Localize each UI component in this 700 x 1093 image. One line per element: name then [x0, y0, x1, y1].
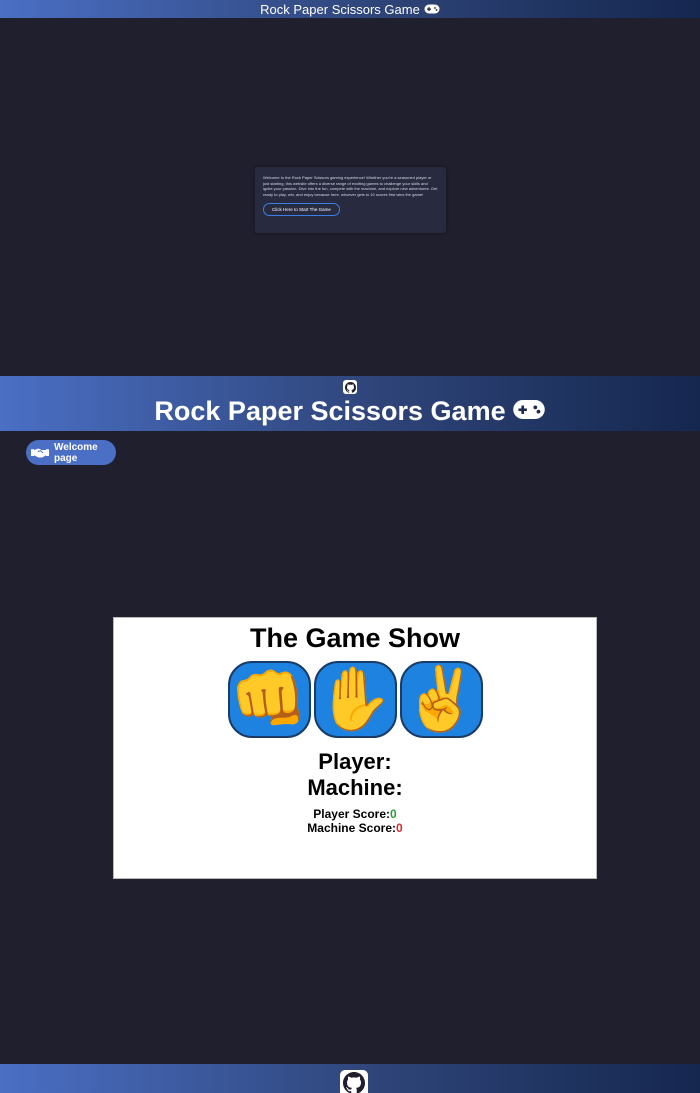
welcome-page-label: Welcome page	[54, 441, 98, 464]
welcome-page-button[interactable]: Welcome page	[26, 440, 116, 465]
player-score-line: Player Score:0	[114, 807, 596, 821]
machine-choice-label: Machine:	[307, 775, 403, 800]
gamepad-icon	[424, 2, 440, 17]
welcome-text: Welcome to the Rock Paper Scissors gamin…	[263, 175, 438, 197]
welcome-card: Welcome to the Rock Paper Scissors gamin…	[255, 167, 446, 233]
start-game-button[interactable]: Click Here to Start The Game	[263, 203, 340, 216]
fist-icon: 👊	[230, 664, 308, 734]
game-title: Rock Paper Scissors Game	[0, 396, 700, 427]
game-panel: The Game Show 👊 ✋ ✌️ Player: Machine: Pl…	[113, 617, 597, 879]
machine-score-line: Machine Score:0	[114, 821, 596, 835]
github-icon[interactable]	[343, 380, 357, 394]
top-header: Rock Paper Scissors Game	[0, 0, 700, 18]
footer	[0, 1064, 700, 1093]
paper-choice-button[interactable]: ✋	[313, 661, 397, 738]
machine-score-label: Machine Score:	[307, 821, 396, 835]
game-header: Rock Paper Scissors Game	[0, 376, 700, 431]
github-icon[interactable]	[340, 1070, 368, 1093]
machine-score-value: 0	[396, 821, 403, 835]
rock-choice-button[interactable]: 👊	[227, 661, 311, 738]
player-choice-label: Player:	[318, 749, 392, 774]
handshake-icon	[31, 447, 49, 459]
scores: Player Score:0 Machine Score:0	[114, 807, 596, 835]
gamepad-icon	[512, 396, 546, 427]
top-header-title: Rock Paper Scissors Game	[260, 1, 420, 17]
player-score-value: 0	[390, 807, 397, 821]
victory-hand-icon: ✌️	[402, 664, 480, 734]
game-show-title: The Game Show	[249, 623, 461, 653]
game-title-text: Rock Paper Scissors Game	[154, 396, 506, 426]
raised-hand-icon: ✋	[316, 664, 394, 734]
choices: 👊 ✋ ✌️	[114, 661, 596, 738]
player-score-label: Player Score:	[313, 807, 391, 821]
scissors-choice-button[interactable]: ✌️	[399, 661, 483, 738]
